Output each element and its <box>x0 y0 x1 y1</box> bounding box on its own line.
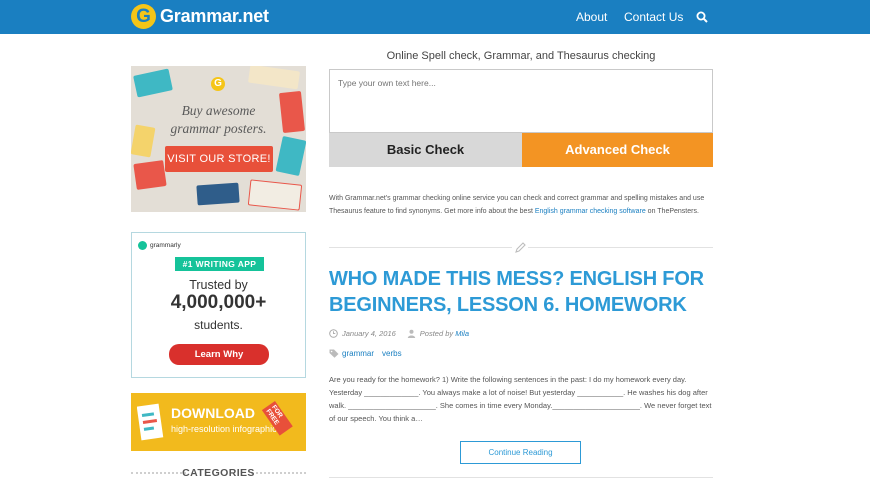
site-logo[interactable]: G Grammar.net <box>131 4 269 29</box>
categories-heading: CATEGORIES <box>182 467 255 479</box>
nav-about-link[interactable]: About <box>576 10 607 24</box>
posted-by-label: Posted by <box>419 329 454 338</box>
poster-decoration <box>247 179 303 211</box>
post-title[interactable]: WHO MADE THIS MESS? ENGLISH FOR BEGINNER… <box>329 266 713 318</box>
post-date: January 4, 2016 <box>342 329 396 338</box>
infographic-icon <box>137 403 164 441</box>
poster-decoration <box>247 66 301 90</box>
poster-store-banner[interactable]: G Buy awesome grammar posters. VISIT OUR… <box>131 66 306 212</box>
poster-tagline-line2: grammar posters. <box>170 121 267 136</box>
writing-app-badge: #1 WRITING APP <box>175 257 264 271</box>
learn-why-button[interactable]: Learn Why <box>169 344 269 365</box>
poster-tagline: Buy awesome grammar posters. <box>131 102 306 138</box>
grammarly-g-icon <box>138 241 147 250</box>
continue-reading-button[interactable]: Continue Reading <box>460 441 581 464</box>
tag-icon <box>329 349 339 358</box>
poster-decoration <box>133 160 167 190</box>
logo-g-icon: G <box>131 4 156 29</box>
top-navigation-bar: G Grammar.net About Contact Us <box>0 0 870 34</box>
post-author[interactable]: Mila <box>455 329 469 338</box>
checker-heading: Online Spell check, Grammar, and Thesaur… <box>386 50 656 62</box>
clock-icon <box>329 329 338 338</box>
grammar-software-link[interactable]: English grammar checking software <box>535 208 646 215</box>
pencil-icon <box>512 240 528 254</box>
checker-description: With Grammar.net's grammar checking onli… <box>329 192 715 218</box>
students-text: students. <box>194 318 243 332</box>
post-tags: grammar verbs <box>329 349 402 358</box>
search-icon[interactable] <box>696 11 708 23</box>
post-title-line1[interactable]: WHO MADE THIS MESS? ENGLISH FOR <box>329 266 713 292</box>
nav-item-contact[interactable]: Contact Us <box>624 0 683 34</box>
text-input[interactable] <box>329 69 713 133</box>
tag-grammar[interactable]: grammar <box>342 349 374 358</box>
description-text-end: on ThePensters. <box>645 208 699 215</box>
download-infographics-banner[interactable]: DOWNLOAD high-resolution infographics FO… <box>131 393 306 451</box>
grammarly-brand: grammarly <box>150 242 181 249</box>
poster-logo-icon: G <box>211 77 225 91</box>
user-icon <box>407 329 415 338</box>
poster-decoration <box>275 135 306 177</box>
poster-tagline-line1: Buy awesome <box>181 103 256 118</box>
grammarly-logo: grammarly <box>138 241 181 250</box>
post-excerpt: Are you ready for the homework? 1) Write… <box>329 375 712 423</box>
nav-item-about[interactable]: About <box>576 0 607 34</box>
poster-decoration <box>196 182 240 206</box>
nav-contact-link[interactable]: Contact Us <box>624 10 683 24</box>
trusted-by-text: Trusted by <box>189 278 248 292</box>
download-title: DOWNLOAD <box>171 405 255 421</box>
post-meta: January 4, 2016 Posted by Mila <box>329 329 469 338</box>
visit-store-button[interactable]: VISIT OUR STORE! <box>165 146 273 172</box>
download-subtitle: high-resolution infographics <box>171 424 282 434</box>
logo-text: Grammar.net <box>160 6 269 26</box>
basic-check-button[interactable]: Basic Check <box>329 133 522 167</box>
post-divider <box>329 477 713 478</box>
poster-decoration <box>133 68 173 98</box>
user-count: 4,000,000+ <box>170 292 267 313</box>
tag-verbs[interactable]: verbs <box>382 349 402 358</box>
advanced-check-button[interactable]: Advanced Check <box>522 133 713 167</box>
post-title-line2[interactable]: BEGINNERS, LESSON 6. HOMEWORK <box>329 292 713 318</box>
grammarly-ad[interactable]: grammarly #1 WRITING APP Trusted by 4,00… <box>131 232 306 378</box>
